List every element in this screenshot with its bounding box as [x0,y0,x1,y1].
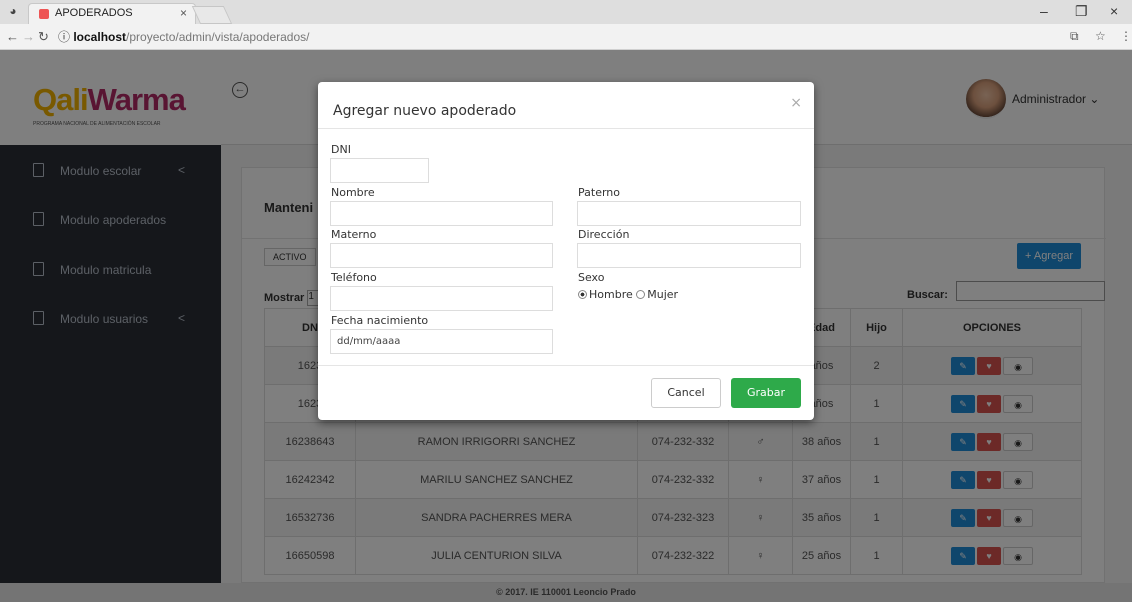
close-icon[interactable]: × [790,95,802,111]
materno-label: Materno [331,228,377,241]
direccion-label: Dirección [578,228,630,241]
url-path: /proyecto/admin/vista/apoderados/ [126,30,310,44]
add-apoderado-modal: Agregar nuevo apoderado × DNI Nombre Pat… [318,82,814,420]
nombre-field[interactable] [330,201,553,226]
bookmark-star-icon[interactable]: ☆ [1095,29,1106,43]
divider [318,128,814,129]
close-window-icon[interactable]: × [1110,3,1118,19]
incognito-icon: ◕ [9,4,17,18]
mujer-radio[interactable] [636,290,646,299]
close-tab-icon[interactable]: × [180,6,187,20]
sexo-radio-group: Hombre Mujer [578,288,678,301]
menu-kebab-icon[interactable]: ⋮ [1120,29,1132,43]
info-icon: ⓘ [58,30,74,44]
materno-field[interactable] [330,243,553,268]
cancel-button[interactable]: Cancel [651,378,721,408]
minimize-icon[interactable]: – [1040,3,1048,19]
dni-field[interactable] [330,158,429,183]
translate-icon[interactable]: ⧉ [1070,29,1079,44]
modal-title: Agregar nuevo apoderado [333,103,517,119]
paterno-field[interactable] [577,201,801,226]
reload-icon[interactable]: ↻ [38,29,49,45]
nombre-label: Nombre [331,186,375,199]
dni-label: DNI [331,143,351,156]
hombre-radio[interactable] [578,290,587,299]
favicon-icon [39,9,49,19]
forward-arrow-icon[interactable]: → [22,29,35,44]
browser-tab-bar: ◕ APODERADOS × – ❐ × [0,0,1132,24]
back-arrow-icon[interactable]: ← [6,29,19,44]
fecha-label: Fecha nacimiento [331,314,429,327]
url-field[interactable]: ⓘ localhost/proyecto/admin/vista/apodera… [58,28,309,45]
telefono-label: Teléfono [331,271,377,284]
direccion-field[interactable] [577,243,801,268]
divider [318,365,814,366]
new-tab-button[interactable] [191,6,233,24]
hombre-label: Hombre [589,288,633,301]
maximize-icon[interactable]: ❐ [1075,3,1088,20]
mujer-label: Mujer [647,288,679,301]
browser-tab[interactable]: APODERADOS × [28,3,196,24]
address-bar: ← → ↻ ⓘ localhost/proyecto/admin/vista/a… [0,24,1132,50]
tab-title: APODERADOS [55,7,133,19]
save-button[interactable]: Grabar [731,378,801,408]
paterno-label: Paterno [578,186,620,199]
telefono-field[interactable] [330,286,553,311]
fecha-nacimiento-field[interactable]: dd/mm/aaaa [330,329,553,354]
url-host: localhost [73,30,127,44]
sexo-label: Sexo [578,271,605,284]
